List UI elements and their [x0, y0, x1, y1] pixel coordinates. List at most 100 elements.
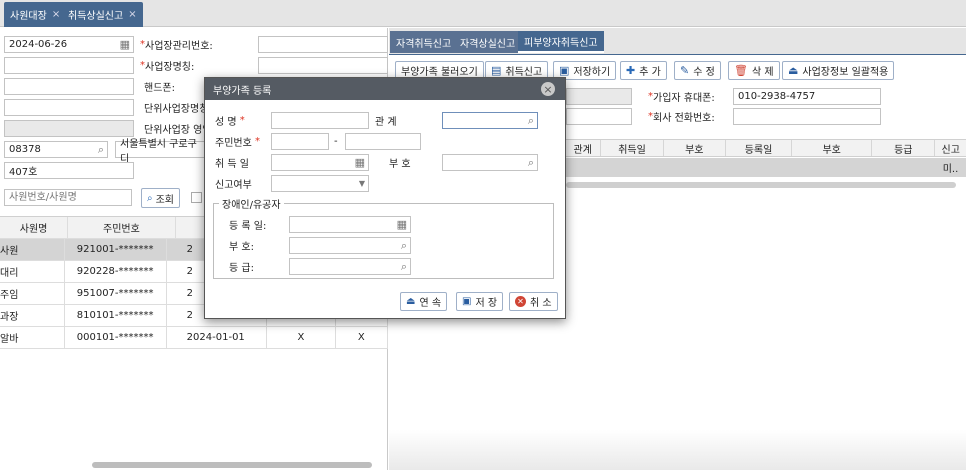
field-2[interactable] [4, 57, 134, 74]
tab-qualification-loss[interactable]: 자격상실신고 [454, 31, 522, 53]
close-icon[interactable]: × [541, 82, 555, 96]
employee-search-input[interactable] [4, 189, 132, 206]
cell-name: 알바 [0, 327, 65, 348]
search-icon[interactable]: ⌕ [401, 260, 407, 274]
column-header: 관계 [565, 140, 602, 156]
trash-icon: 🗑 [734, 64, 748, 77]
cell-rrn: 810101-******* [65, 305, 167, 326]
tab-qualification-acquire[interactable]: 자격취득신고 [390, 31, 458, 53]
button-label: 취득신고 [505, 67, 543, 78]
save-icon: ▣ [462, 296, 472, 307]
biz-mgmt-no-input[interactable] [258, 36, 388, 53]
calendar-icon[interactable]: ▦ [397, 218, 407, 231]
column-header: 등급 [872, 140, 936, 156]
cell-date: 2024-01-01 [167, 327, 268, 348]
column-header: 부호 [664, 140, 726, 156]
cell-rrn: 000101-******* [65, 327, 167, 348]
address-input[interactable]: 서울특별시 구로구 디 [115, 139, 210, 165]
column-header: 신고 [941, 144, 960, 156]
cancel-button[interactable]: ✕ 취 소 [509, 292, 558, 311]
company-phone-label: * 회사 전화번호: [648, 111, 715, 124]
cancel-icon: ✕ [515, 296, 526, 307]
subscriber-phone-value: 010-2938-4757 [738, 91, 816, 102]
edit-icon: ✎ [680, 64, 690, 77]
button-label: 삭 제 [751, 67, 774, 78]
code2-label: 부 호: [229, 242, 254, 253]
acquired-date-label: 취 득 일 [215, 159, 249, 170]
address-detail-input[interactable]: 407호 [4, 162, 134, 179]
add-button[interactable]: ✚ 추 가 [620, 61, 667, 80]
acquired-date-input[interactable]: ▦ [271, 154, 369, 171]
search-icon[interactable]: ⌕ [98, 143, 104, 157]
column-header: 주민번호 [68, 217, 176, 238]
close-icon[interactable]: × [128, 9, 136, 20]
delete-button[interactable]: 🗑 삭 제 [728, 61, 780, 80]
cell-name: 과장 [0, 305, 65, 326]
name-input[interactable] [271, 112, 369, 129]
cell-name: 대리 [0, 261, 65, 282]
address-value: 서울특별시 구로구 디 [120, 138, 197, 165]
tab-employee-register[interactable]: 사원대장 × [4, 2, 67, 27]
biz-mgmt-no-label: * 사업장관리번호: [140, 39, 213, 52]
calendar-icon[interactable]: ▦ [120, 38, 130, 51]
search-icon: ⌕ [147, 192, 153, 204]
button-label: 수 정 [693, 67, 715, 78]
zip-input[interactable]: 08378 ⌕ [4, 141, 108, 158]
right-field[interactable] [566, 108, 632, 125]
dependent-register-dialog: 부양가족 등록 × 성 명 * 관 계 ⌕ 주민번호 * - 취 득 일 ▦ 부… [204, 77, 566, 319]
report-status-label: 신고여부 [215, 180, 252, 191]
relation-input[interactable]: ⌕ [442, 112, 538, 129]
field-3[interactable] [4, 78, 134, 95]
continue-button[interactable]: ⏏ 연 속 [400, 292, 448, 311]
horizontal-scrollbar[interactable] [566, 182, 956, 188]
cell-rrn: 951007-******* [65, 283, 167, 304]
zip-value: 08378 [9, 144, 41, 155]
name-label: 성 명 * [215, 115, 245, 128]
plus-icon: ✚ [626, 64, 636, 77]
edit-button[interactable]: ✎ 수 정 [674, 61, 721, 80]
biz-name-input[interactable] [258, 57, 388, 74]
search-button[interactable]: ⌕ 조회 [141, 188, 181, 208]
field-4[interactable] [4, 99, 134, 116]
reg-date-input[interactable]: ▦ [289, 216, 411, 233]
biz-name-label: * 사업장명칭: [140, 60, 195, 73]
cell-name: 사원 [0, 239, 65, 260]
button-label: 사업장정보 일괄적용 [802, 67, 889, 78]
phone-label: 핸드폰: [144, 83, 175, 94]
dialog-header: 부양가족 등록 [205, 78, 565, 100]
search-icon[interactable]: ⌕ [528, 156, 534, 170]
tab-acquire-loss-report[interactable]: 취득상실신고 × [62, 2, 143, 27]
close-icon[interactable]: × [52, 9, 60, 20]
button-label: 추 가 [639, 67, 661, 78]
search-icon[interactable]: ⌕ [528, 114, 534, 128]
report-status-select[interactable]: ▼ [271, 175, 369, 192]
search-icon[interactable]: ⌕ [401, 239, 407, 253]
reg-date-label: 등 록 일: [229, 221, 267, 232]
date-input[interactable]: 2024-06-26 ▦ [4, 36, 134, 53]
grade-input[interactable]: ⌕ [289, 258, 411, 275]
code2-input[interactable]: ⌕ [289, 237, 411, 254]
chevron-down-icon[interactable]: ▼ [359, 179, 365, 188]
code-label: 부 호 [389, 159, 411, 170]
subscriber-phone-input[interactable]: 010-2938-4757 [733, 88, 881, 105]
button-label: 저 장 [475, 298, 498, 309]
save-button[interactable]: ▣ 저 장 [456, 292, 504, 311]
column-header: 부호 [792, 140, 873, 156]
code-input[interactable]: ⌕ [442, 154, 538, 171]
rrn-back-input[interactable] [345, 133, 421, 150]
subscriber-phone-label: * 가입자 휴대폰: [648, 91, 715, 104]
rrn-front-input[interactable] [271, 133, 329, 150]
tab-dependent-acquire[interactable]: 피부양자취득신고 [518, 31, 604, 53]
continue-icon: ⏏ [406, 296, 416, 307]
horizontal-scrollbar[interactable] [92, 462, 372, 468]
calendar-icon[interactable]: ▦ [355, 156, 365, 169]
apply-biz-info-button[interactable]: ⏏ 사업장정보 일괄적용 [782, 61, 895, 80]
table-row[interactable]: 알바 000101-******* 2024-01-01 X X [0, 327, 388, 349]
checkbox[interactable] [191, 192, 202, 203]
group-title: 장애인/유공자 [219, 195, 284, 212]
document-icon: ▤ [491, 64, 502, 77]
tab-label: 취득상실신고 [68, 11, 124, 22]
cell-rrn: 921001-******* [65, 239, 167, 260]
tab-label: 사원대장 [10, 11, 47, 22]
company-phone-input[interactable] [733, 108, 881, 125]
